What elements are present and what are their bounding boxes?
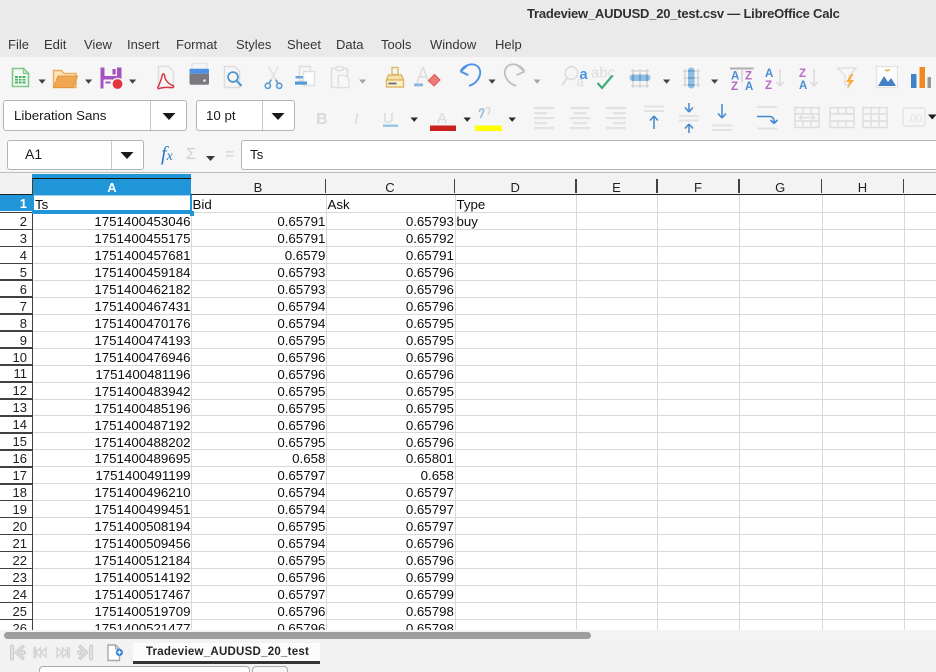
- svg-text:abc: abc: [591, 65, 616, 82]
- svg-text:Z: Z: [731, 81, 738, 93]
- svg-text:Z: Z: [799, 68, 806, 80]
- svg-text:A: A: [745, 81, 753, 93]
- svg-text:B: B: [316, 111, 328, 128]
- svg-text:.00: .00: [907, 113, 922, 125]
- svg-text:A: A: [765, 68, 773, 80]
- svg-text:A: A: [437, 110, 447, 127]
- svg-text:I: I: [354, 111, 359, 128]
- svg-text:Z: Z: [765, 80, 772, 92]
- svg-text:a: a: [577, 75, 585, 90]
- svg-text:A: A: [799, 80, 807, 92]
- svg-text:U: U: [383, 110, 394, 127]
